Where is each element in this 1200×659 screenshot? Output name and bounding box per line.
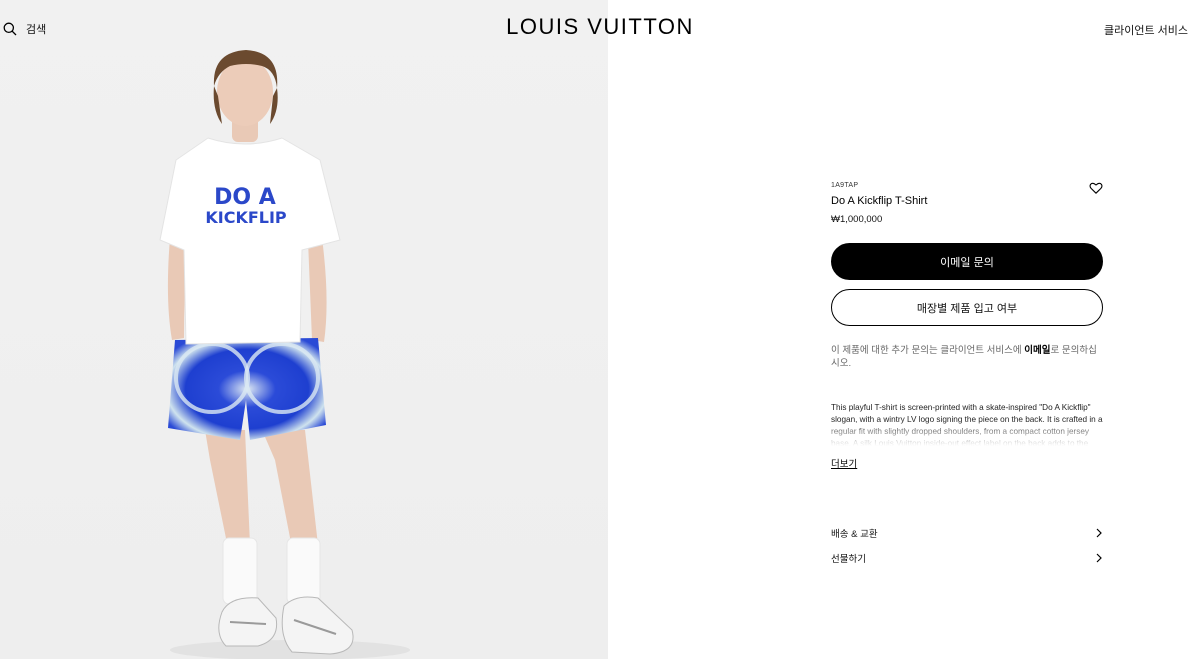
inquiry-email-link[interactable]: 이메일 — [1024, 345, 1050, 356]
client-service-link[interactable]: 클라이언트 서비스 — [1104, 22, 1188, 38]
chevron-right-icon — [1095, 528, 1103, 538]
site-header: 검색 LOUIS VUITTON 클라이언트 서비스 — [0, 0, 1200, 58]
shirt-print-line2: KICKFLIP — [205, 208, 287, 227]
product-image-panel: DO A KICKFLIP — [0, 0, 608, 659]
product-sku: 1A9TAP — [831, 182, 859, 189]
inquiry-note: 이 제품에 대한 추가 문의는 클라이언트 서비스에 이메일로 문의하십시오. — [831, 344, 1103, 370]
inquiry-note-text: 이 제품에 대한 추가 문의는 클라이언트 서비스에 — [831, 345, 1025, 356]
search-button[interactable]: 검색 — [3, 21, 46, 37]
chevron-right-icon — [1095, 553, 1103, 563]
store-availability-button[interactable]: 매장별 제품 입고 여부 — [831, 289, 1103, 326]
accordion-gift[interactable]: 선물하기 — [831, 545, 1103, 570]
product-name: Do A Kickflip T-Shirt — [831, 195, 928, 207]
product-model-image: DO A KICKFLIP — [159, 50, 410, 659]
accordion-label: 배송 & 교환 — [831, 528, 878, 540]
product-price: ₩1,000,000 — [831, 214, 883, 225]
accordion-shipping-returns[interactable]: 배송 & 교환 — [831, 520, 1103, 545]
wishlist-button[interactable] — [1089, 181, 1103, 195]
heart-icon — [1089, 181, 1103, 195]
search-label: 검색 — [26, 24, 47, 36]
email-inquiry-button[interactable]: 이메일 문의 — [831, 243, 1103, 280]
brand-logo[interactable]: LOUIS VUITTON — [0, 14, 1200, 40]
shirt-print-line1: DO A — [214, 185, 276, 210]
product-info-panel: 1A9TAP Do A Kickflip T-Shirt ₩1,000,000 … — [831, 182, 1103, 570]
info-accordion: 배송 & 교환 선물하기 — [831, 520, 1103, 570]
accordion-label: 선물하기 — [831, 553, 866, 565]
read-more-link[interactable]: 더보기 — [831, 456, 857, 470]
product-description: This playful T-shirt is screen-printed w… — [831, 402, 1103, 446]
search-icon — [3, 22, 17, 36]
